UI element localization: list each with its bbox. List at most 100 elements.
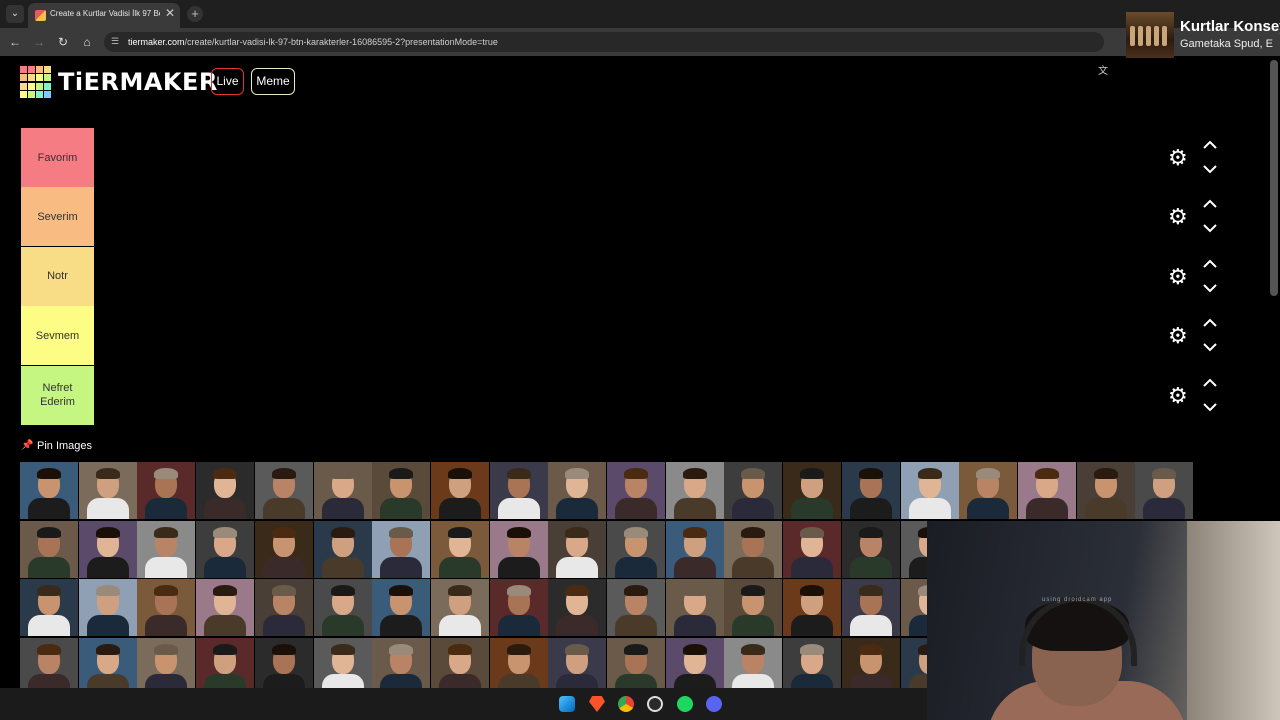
character-thumbnail[interactable] <box>196 462 255 519</box>
character-thumbnail[interactable] <box>196 520 255 578</box>
character-thumbnail[interactable] <box>548 462 607 519</box>
chrome-icon[interactable] <box>618 696 634 712</box>
move-up-chevron-icon[interactable] <box>1202 317 1218 329</box>
gear-icon[interactable]: ⚙ <box>1168 325 1190 347</box>
brave-icon[interactable] <box>589 696 605 712</box>
character-thumbnail[interactable] <box>607 462 665 519</box>
character-thumbnail[interactable] <box>78 637 137 688</box>
tab-list-chevron-icon[interactable]: ⌄ <box>6 5 24 23</box>
tier-label[interactable]: Sevmem <box>21 306 94 366</box>
character-thumbnail[interactable] <box>783 637 842 688</box>
character-thumbnail[interactable] <box>724 579 783 636</box>
character-thumbnail[interactable] <box>137 579 196 636</box>
tier-label[interactable]: Nefret Ederim <box>21 365 94 425</box>
character-thumbnail[interactable] <box>724 637 783 688</box>
character-thumbnail[interactable] <box>313 637 372 688</box>
tiermaker-logo[interactable]: TiERMAKER <box>20 66 217 98</box>
character-thumbnail[interactable] <box>665 637 724 688</box>
character-thumbnail[interactable] <box>607 579 665 636</box>
character-thumbnail[interactable] <box>548 637 607 688</box>
character-thumbnail[interactable] <box>607 637 665 688</box>
gear-icon[interactable]: ⚙ <box>1168 147 1190 169</box>
character-thumbnail[interactable] <box>372 579 431 636</box>
character-thumbnail[interactable] <box>196 637 255 688</box>
character-thumbnail[interactable] <box>254 579 313 636</box>
meme-button[interactable]: Meme <box>251 68 295 95</box>
move-up-chevron-icon[interactable] <box>1202 139 1218 151</box>
gear-icon[interactable]: ⚙ <box>1168 384 1190 407</box>
move-down-chevron-icon[interactable] <box>1202 401 1218 413</box>
character-thumbnail[interactable] <box>78 462 137 519</box>
character-thumbnail[interactable] <box>430 637 489 688</box>
character-thumbnail[interactable] <box>20 462 78 519</box>
character-thumbnail[interactable] <box>665 520 724 578</box>
forward-arrow-icon[interactable]: → <box>31 34 47 50</box>
character-thumbnail[interactable] <box>137 462 196 519</box>
spotify-icon[interactable] <box>677 696 693 712</box>
character-thumbnail[interactable] <box>254 462 313 519</box>
character-thumbnail[interactable] <box>78 520 137 578</box>
character-thumbnail[interactable] <box>196 579 255 636</box>
character-thumbnail[interactable] <box>724 520 783 578</box>
gear-icon[interactable]: ⚙ <box>1168 206 1190 228</box>
move-down-chevron-icon[interactable] <box>1202 282 1218 294</box>
character-thumbnail[interactable] <box>548 579 607 636</box>
site-info-icon[interactable]: ☰ <box>111 36 122 47</box>
character-thumbnail[interactable] <box>20 520 78 578</box>
obs-icon[interactable] <box>647 696 663 712</box>
new-tab-button[interactable]: + <box>187 6 203 22</box>
reload-icon[interactable]: ↻ <box>55 34 71 50</box>
character-thumbnail[interactable] <box>372 520 431 578</box>
character-thumbnail[interactable] <box>841 637 900 688</box>
character-thumbnail[interactable] <box>313 462 372 519</box>
character-thumbnail[interactable] <box>430 462 489 519</box>
move-down-chevron-icon[interactable] <box>1202 341 1218 353</box>
character-thumbnail[interactable] <box>783 520 842 578</box>
home-icon[interactable]: ⌂ <box>79 34 95 50</box>
page-scrollbar[interactable] <box>1270 60 1278 296</box>
character-thumbnail[interactable] <box>665 579 724 636</box>
character-thumbnail[interactable] <box>783 462 842 519</box>
back-arrow-icon[interactable]: ← <box>7 34 23 50</box>
character-thumbnail[interactable] <box>254 637 313 688</box>
character-thumbnail[interactable] <box>783 579 842 636</box>
tier-label[interactable]: Severim <box>21 187 94 247</box>
character-thumbnail[interactable] <box>20 637 78 688</box>
character-thumbnail[interactable] <box>430 520 489 578</box>
character-thumbnail[interactable] <box>607 520 665 578</box>
character-thumbnail[interactable] <box>1135 462 1194 519</box>
character-thumbnail[interactable] <box>489 579 548 636</box>
tier-label[interactable]: Favorim <box>21 128 94 187</box>
character-thumbnail[interactable] <box>548 520 607 578</box>
windows-start-icon[interactable] <box>559 696 575 712</box>
character-thumbnail[interactable] <box>724 462 783 519</box>
character-thumbnail[interactable] <box>137 520 196 578</box>
character-thumbnail[interactable] <box>489 520 548 578</box>
character-thumbnail[interactable] <box>489 637 548 688</box>
character-thumbnail[interactable] <box>841 520 900 578</box>
move-up-chevron-icon[interactable] <box>1202 377 1218 389</box>
browser-tab-active[interactable]: Create a Kurtlar Vadisi İlk 97 Bö... ✕ <box>28 3 180 28</box>
character-thumbnail[interactable] <box>313 520 372 578</box>
tab-close-icon[interactable]: ✕ <box>165 6 175 20</box>
character-thumbnail[interactable] <box>20 579 78 636</box>
character-thumbnail[interactable] <box>959 462 1018 519</box>
discord-icon[interactable] <box>706 696 722 712</box>
move-down-chevron-icon[interactable] <box>1202 163 1218 175</box>
character-thumbnail[interactable] <box>489 462 548 519</box>
url-input[interactable]: ☰ tiermaker.com/create/kurtlar-vadisi-lk… <box>104 32 1104 52</box>
character-thumbnail[interactable] <box>1076 462 1135 519</box>
character-thumbnail[interactable] <box>372 637 431 688</box>
move-up-chevron-icon[interactable] <box>1202 258 1218 270</box>
character-thumbnail[interactable] <box>78 579 137 636</box>
gear-icon[interactable]: ⚙ <box>1168 265 1190 288</box>
character-thumbnail[interactable] <box>841 579 900 636</box>
character-thumbnail[interactable] <box>137 637 196 688</box>
tier-label[interactable]: Notr <box>21 246 94 306</box>
character-thumbnail[interactable] <box>900 462 959 519</box>
character-thumbnail[interactable] <box>1017 462 1076 519</box>
character-thumbnail[interactable] <box>430 579 489 636</box>
character-thumbnail[interactable] <box>313 579 372 636</box>
live-button[interactable]: Live <box>211 68 244 95</box>
translate-icon[interactable]: 文 <box>1098 62 1108 77</box>
